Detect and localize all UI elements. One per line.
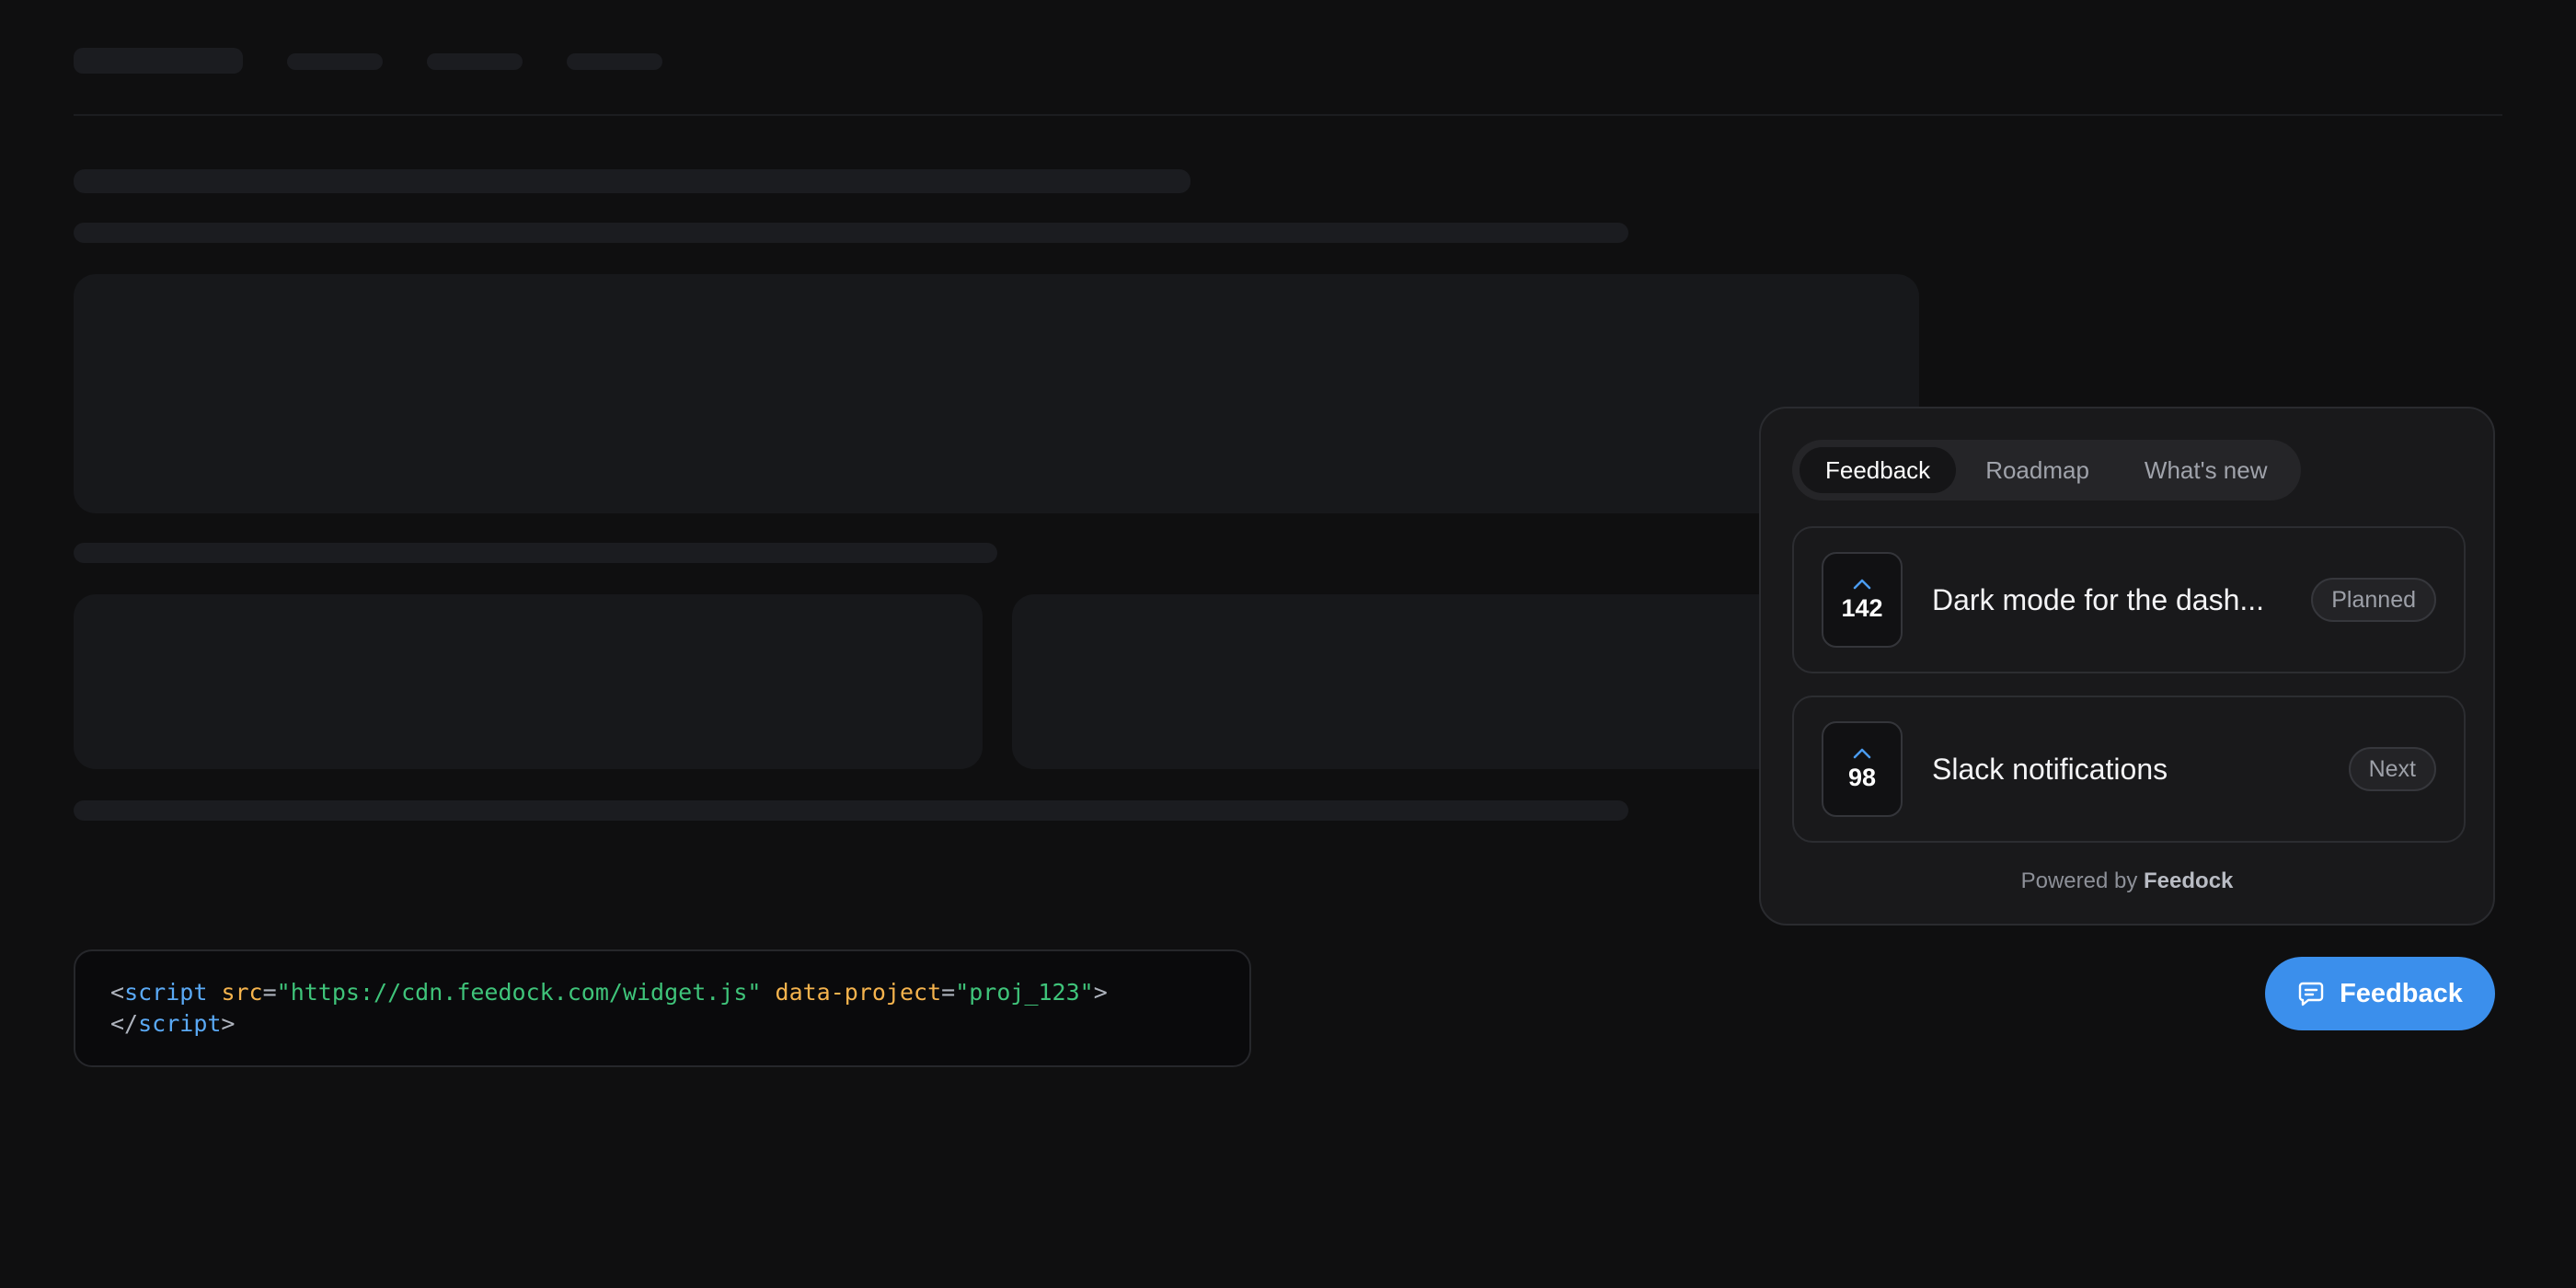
code-punct: > — [1093, 979, 1108, 1006]
code-tag: script — [138, 1010, 222, 1037]
header-divider — [74, 114, 2502, 116]
powered-by-footer: Powered by Feedock — [1761, 868, 2493, 894]
feedback-launcher-button[interactable]: Feedback — [2265, 957, 2495, 1030]
skeleton-heading — [74, 169, 1190, 193]
host-page: <script src="https://cdn.feedock.com/wid… — [0, 0, 2576, 1288]
upvote-button[interactable]: 98 — [1822, 721, 1903, 817]
powered-by-brand-link[interactable]: Feedock — [2144, 868, 2233, 893]
feedback-widget-panel: Feedback Roadmap What's new 142 Dark mod… — [1759, 407, 2495, 926]
code-punct: < — [110, 979, 125, 1006]
skeleton-text-line — [74, 223, 1628, 243]
skeleton-nav-item — [287, 53, 383, 70]
status-badge: Next — [2348, 747, 2436, 791]
tab-feedback[interactable]: Feedback — [1800, 447, 1957, 493]
feedback-item-title: Dark mode for the dash... — [1932, 583, 2265, 616]
tab-roadmap[interactable]: Roadmap — [1960, 447, 2115, 493]
upvote-button[interactable]: 142 — [1822, 552, 1903, 648]
code-attr-project: data-project — [775, 979, 942, 1006]
feedback-item-title: Slack notifications — [1932, 753, 2168, 786]
code-punct: > — [221, 1010, 236, 1037]
chevron-up-icon — [1853, 579, 1871, 590]
code-equals: = — [262, 979, 277, 1006]
chevron-up-icon — [1853, 748, 1871, 759]
widget-tab-bar: Feedback Roadmap What's new — [1792, 440, 2301, 500]
status-badge: Planned — [2311, 578, 2436, 622]
skeleton-logo — [74, 48, 243, 74]
feedback-item[interactable]: 142 Dark mode for the dash... Planned — [1792, 526, 2466, 673]
tab-whats-new[interactable]: What's new — [2119, 447, 2294, 493]
chat-bubble-icon — [2298, 982, 2324, 1006]
skeleton-hero-block — [74, 274, 1919, 513]
code-attr-src: src — [221, 979, 263, 1006]
feedback-item[interactable]: 98 Slack notifications Next — [1792, 696, 2466, 843]
code-equals: = — [941, 979, 956, 1006]
embed-code-snippet[interactable]: <script src="https://cdn.feedock.com/wid… — [74, 949, 1251, 1067]
code-tag: script — [124, 979, 208, 1006]
code-src-value: "https://cdn.feedock.com/widget.js" — [276, 979, 762, 1006]
skeleton-nav-item — [567, 53, 662, 70]
skeleton-text-line — [74, 543, 997, 563]
skeleton-nav-item — [427, 53, 523, 70]
code-punct: </ — [110, 1010, 139, 1037]
code-project-value: "proj_123" — [955, 979, 1094, 1006]
powered-by-prefix: Powered by — [2020, 868, 2138, 893]
launcher-label: Feedback — [2340, 978, 2463, 1008]
vote-count: 98 — [1847, 764, 1877, 791]
vote-count: 142 — [1841, 594, 1883, 622]
skeleton-card — [74, 594, 983, 769]
skeleton-text-line — [74, 800, 1628, 821]
